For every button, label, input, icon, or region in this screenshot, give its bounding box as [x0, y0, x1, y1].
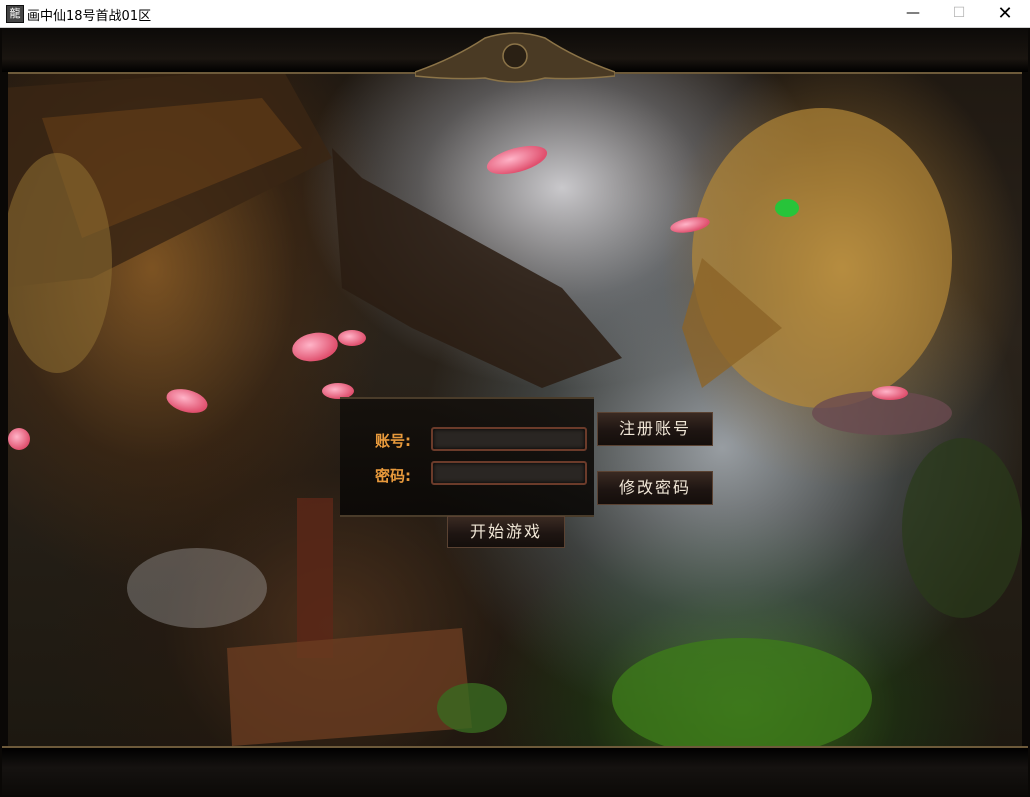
- petal: [872, 386, 908, 400]
- frame-ornament: [415, 32, 615, 83]
- dragon-eye: [775, 199, 799, 217]
- maximize-button[interactable]: ☐: [936, 0, 982, 27]
- tree-right: [902, 438, 1022, 618]
- account-input[interactable]: [431, 427, 587, 451]
- game-login-screen: 账号: 密码: 注册账号 修改密码 开始游戏: [2, 28, 1028, 795]
- password-input[interactable]: [431, 461, 587, 485]
- petal: [338, 330, 366, 346]
- temple-roof-center: [332, 148, 622, 388]
- register-account-button[interactable]: 注册账号: [597, 412, 713, 446]
- start-game-button[interactable]: 开始游戏: [447, 516, 565, 548]
- temple-pillar: [297, 498, 333, 658]
- change-password-button[interactable]: 修改密码: [597, 471, 713, 505]
- frame-bottom: [2, 746, 1028, 795]
- temple-balcony: [227, 628, 472, 746]
- buddha-statue: [2, 153, 112, 373]
- foliage: [612, 638, 872, 758]
- game-window: 龍 画中仙18号首战01区 — ☐ ✕ 账号: 密码: 注册账号 修改密码 开始…: [0, 0, 1030, 797]
- frame-right: [1022, 72, 1028, 746]
- game-logo-icon: 龍: [6, 5, 24, 23]
- petal: [8, 428, 30, 450]
- window-title: 画中仙18号首战01区: [27, 9, 152, 24]
- frame-left: [2, 72, 8, 746]
- bush: [437, 683, 507, 733]
- account-label: 账号:: [375, 432, 411, 450]
- close-button[interactable]: ✕: [982, 0, 1028, 27]
- minimize-button[interactable]: —: [890, 0, 936, 27]
- smoke: [127, 548, 267, 628]
- login-panel: [340, 397, 594, 517]
- title-bar[interactable]: 龍 画中仙18号首战01区 — ☐ ✕: [0, 0, 1030, 28]
- password-label: 密码:: [375, 467, 411, 485]
